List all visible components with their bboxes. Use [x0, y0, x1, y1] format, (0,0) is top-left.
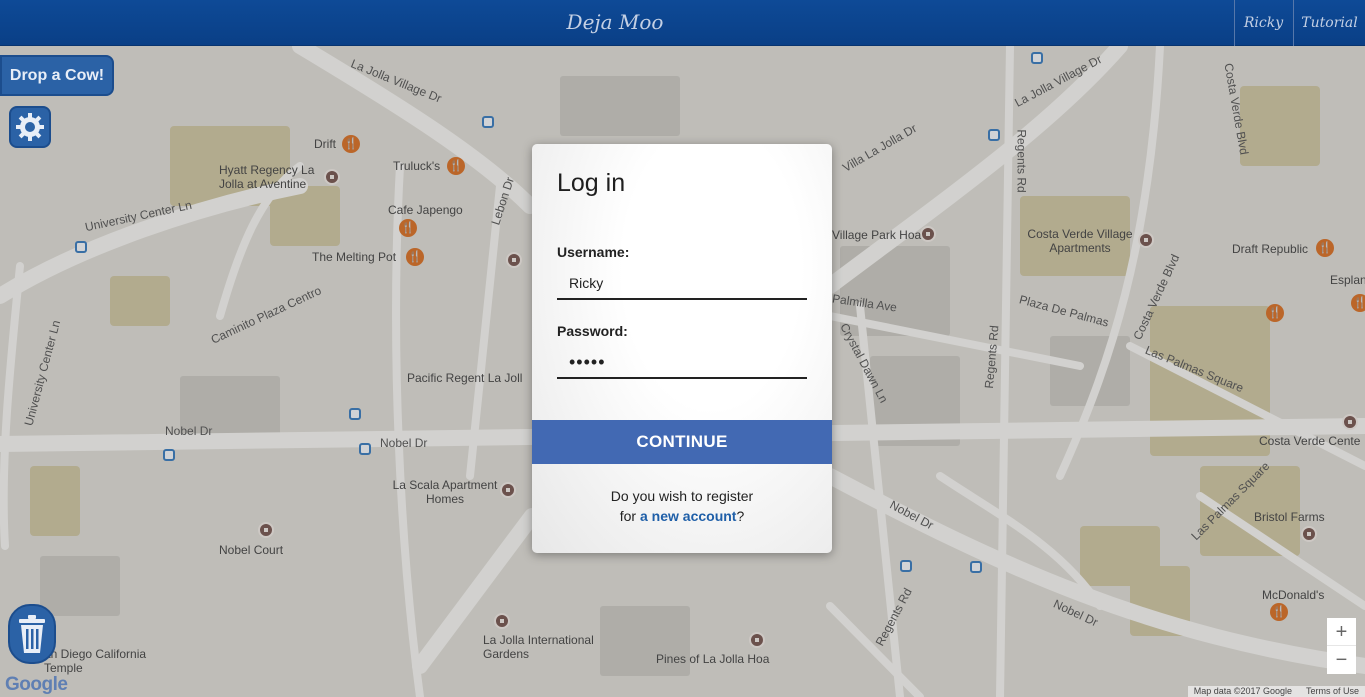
continue-button[interactable]: CONTINUE — [532, 420, 832, 464]
map-data-text: Map data ©2017 Google — [1193, 686, 1292, 696]
new-account-link[interactable]: a new account — [640, 508, 736, 524]
register-prefix: Do you wish to register — [610, 488, 754, 504]
username-input[interactable] — [557, 268, 807, 300]
username-label: Username: — [557, 244, 630, 260]
login-dialog: Log in Username: Password: CONTINUE Do y… — [532, 144, 832, 553]
register-suffix: ? — [736, 508, 745, 524]
zoom-in-button[interactable]: + — [1327, 618, 1356, 646]
gear-icon — [16, 113, 44, 141]
zoom-out-button[interactable]: − — [1327, 646, 1356, 674]
settings-button[interactable] — [9, 106, 51, 148]
drop-cow-button[interactable]: Drop a Cow! — [0, 55, 114, 96]
register-for: for — [619, 508, 637, 524]
password-input[interactable] — [557, 347, 807, 379]
terms-link[interactable]: Terms of Use — [1306, 686, 1359, 696]
trash-button[interactable] — [8, 604, 56, 664]
trash-icon — [19, 615, 45, 653]
brand-title[interactable]: Deja Moo — [0, 10, 1230, 34]
password-label: Password: — [557, 323, 628, 339]
login-title: Log in — [557, 169, 626, 197]
nav-user[interactable]: Ricky — [1234, 0, 1292, 46]
nav-tutorial[interactable]: Tutorial — [1293, 0, 1365, 46]
register-line: for a new account? — [532, 506, 832, 526]
google-logo: Google — [5, 674, 68, 695]
map-attribution: Map data ©2017 Google Terms of Use — [1187, 686, 1365, 697]
top-bar: Deja Moo Ricky Tutorial — [0, 0, 1365, 46]
register-prompt: Do you wish to register for a new accoun… — [532, 486, 832, 526]
